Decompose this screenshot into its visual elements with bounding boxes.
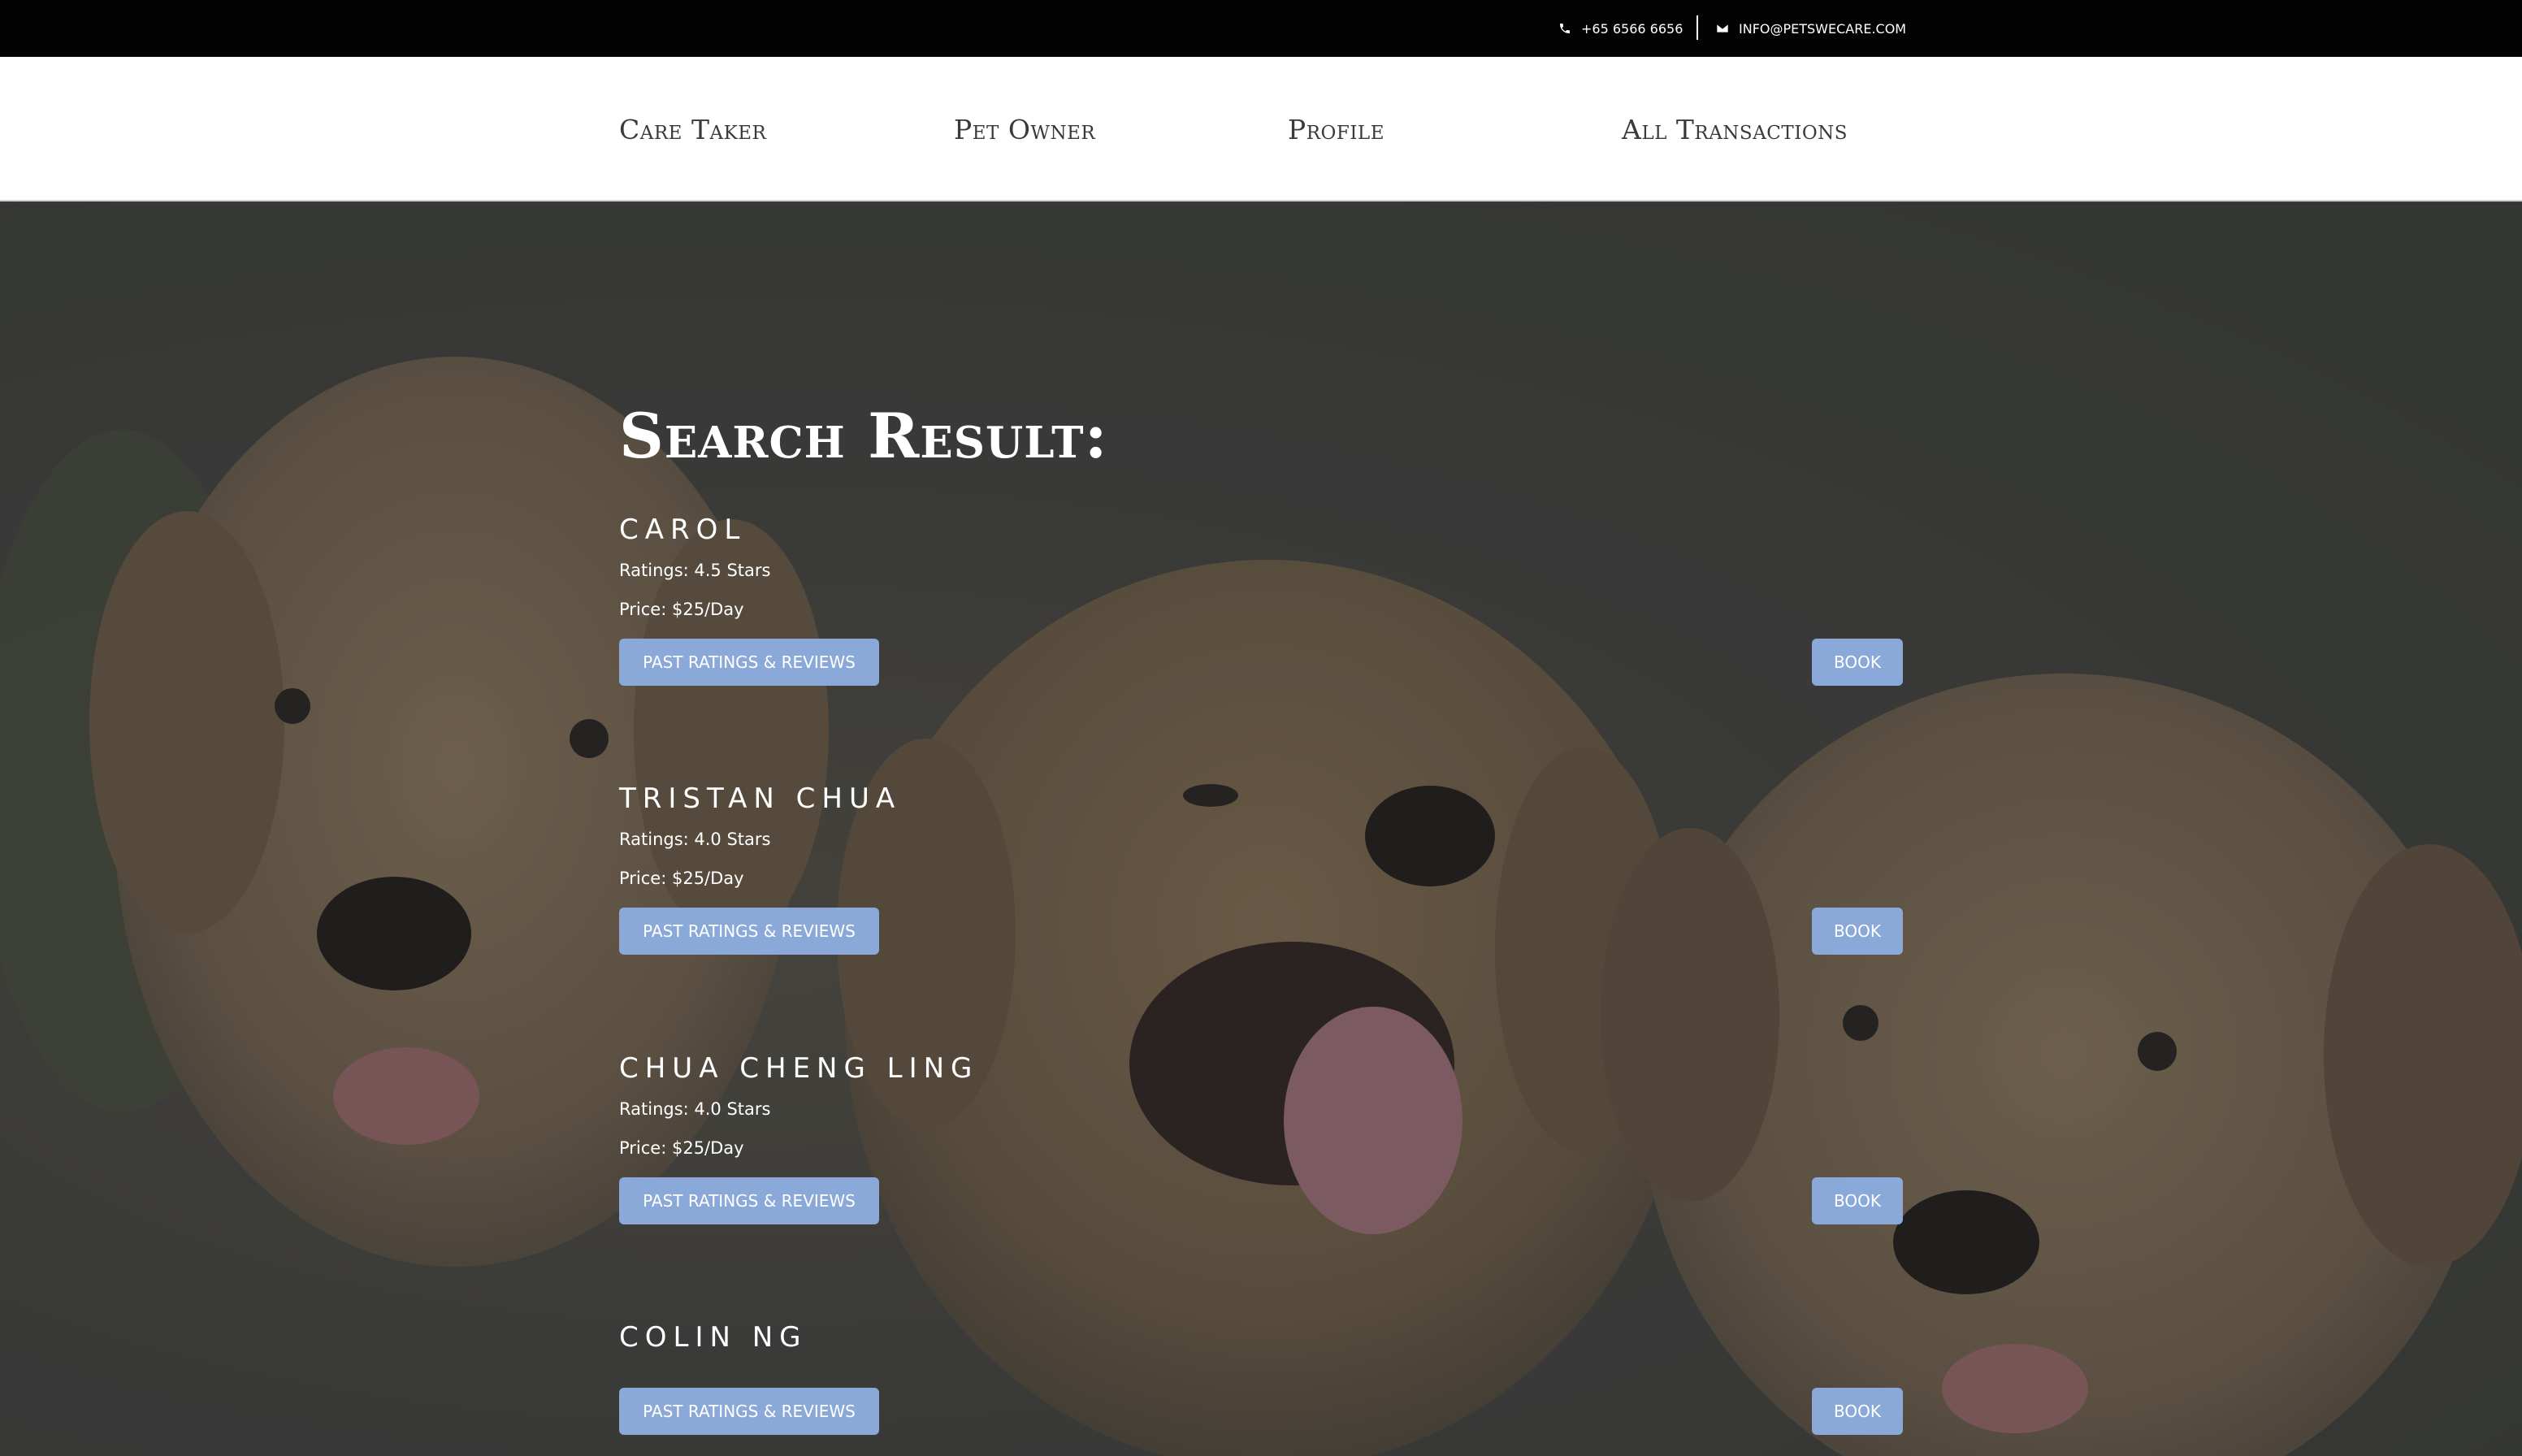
book-button[interactable]: BOOK xyxy=(1812,908,1903,955)
page-title: Search Result: xyxy=(619,400,1108,472)
caretaker-actions: PAST RATINGS & REVIEWS BOOK xyxy=(619,908,1903,955)
caretaker-actions: PAST RATINGS & REVIEWS BOOK xyxy=(619,1177,1903,1224)
nav-all-transactions[interactable]: All Transactions xyxy=(1622,57,1848,202)
caretaker-name: COLIN NG xyxy=(619,1321,808,1354)
nav-care-taker[interactable]: Care Taker xyxy=(619,57,766,202)
email-contact[interactable]: INFO@PETSWECARE.COM xyxy=(1716,0,1906,57)
phone-icon xyxy=(1560,24,1570,33)
book-button[interactable]: BOOK xyxy=(1812,639,1903,686)
caretaker-name: CAROL xyxy=(619,514,747,546)
book-button[interactable]: BOOK xyxy=(1812,1177,1903,1224)
email-address: INFO@PETSWECARE.COM xyxy=(1739,20,1907,37)
envelope-icon xyxy=(1717,24,1728,32)
caretaker-ratings: Ratings: 4.0 Stars xyxy=(619,830,771,849)
main-navigation: Care Taker Pet Owner Profile All Transac… xyxy=(0,57,2522,202)
caretaker-card: CAROL Ratings: 4.5 Stars Price: $25/Day … xyxy=(619,514,1903,686)
nav-profile[interactable]: Profile xyxy=(1288,57,1384,202)
past-ratings-reviews-button[interactable]: PAST RATINGS & REVIEWS xyxy=(619,1177,879,1224)
past-ratings-reviews-button[interactable]: PAST RATINGS & REVIEWS xyxy=(619,639,879,686)
caretaker-ratings: Ratings: 4.5 Stars xyxy=(619,561,771,580)
caretaker-price: Price: $25/Day xyxy=(619,1138,744,1158)
top-contact-bar: +65 6566 6656 INFO@PETSWECARE.COM xyxy=(0,0,2522,57)
past-ratings-reviews-button[interactable]: PAST RATINGS & REVIEWS xyxy=(619,908,879,955)
caretaker-name: TRISTAN CHUA xyxy=(619,782,902,815)
past-ratings-reviews-button[interactable]: PAST RATINGS & REVIEWS xyxy=(619,1388,879,1435)
caretaker-card: COLIN NG PAST RATINGS & REVIEWS BOOK xyxy=(619,1321,1903,1435)
nav-pet-owner[interactable]: Pet Owner xyxy=(954,57,1095,202)
caretaker-name: CHUA CHENG LING xyxy=(619,1052,979,1085)
caretaker-price: Price: $25/Day xyxy=(619,869,744,888)
caretaker-card: CHUA CHENG LING Ratings: 4.0 Stars Price… xyxy=(619,1052,1903,1224)
caretaker-card: TRISTAN CHUA Ratings: 4.0 Stars Price: $… xyxy=(619,782,1903,955)
caretaker-ratings: Ratings: 4.0 Stars xyxy=(619,1099,771,1119)
book-button[interactable]: BOOK xyxy=(1812,1388,1903,1435)
phone-contact[interactable]: +65 6566 6656 xyxy=(1558,0,1683,57)
caretaker-actions: PAST RATINGS & REVIEWS BOOK xyxy=(619,639,1903,686)
contact-divider xyxy=(1696,15,1698,40)
caretaker-price: Price: $25/Day xyxy=(619,600,744,619)
caretaker-actions: PAST RATINGS & REVIEWS BOOK xyxy=(619,1388,1903,1435)
phone-number: +65 6566 6656 xyxy=(1581,20,1684,37)
